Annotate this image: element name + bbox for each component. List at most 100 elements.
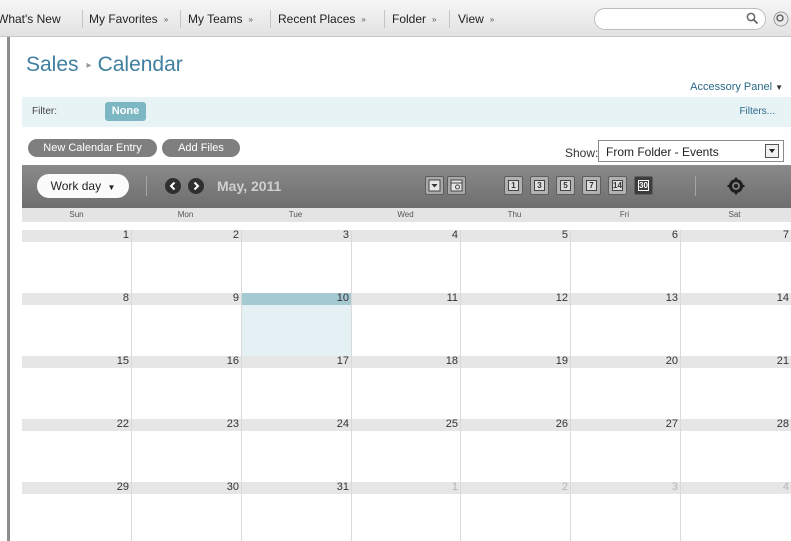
day-number[interactable]: 25	[446, 418, 458, 430]
day-number[interactable]: 17	[337, 355, 349, 367]
calendar-day[interactable]: 7	[680, 229, 791, 293]
calendar-day[interactable]: 25	[351, 418, 460, 482]
work-day-dropdown[interactable]: Work day ▼	[37, 174, 129, 198]
calendar-day[interactable]: 3	[241, 229, 351, 293]
day-number[interactable]: 22	[117, 418, 129, 430]
calendar-day[interactable]: 30	[131, 481, 241, 541]
day-number[interactable]: 1	[452, 481, 458, 493]
calendar-day[interactable]: 2	[131, 229, 241, 293]
calendar-day[interactable]: 16	[131, 355, 241, 419]
view-7-day-button[interactable]: 7	[582, 176, 601, 195]
filter-none-badge[interactable]: None	[105, 102, 146, 121]
view-14-day-button[interactable]: 14	[608, 176, 627, 195]
calendar-day[interactable]: 12	[460, 292, 570, 356]
day-number[interactable]: 18	[446, 355, 458, 367]
day-number[interactable]: 4	[783, 481, 789, 493]
calendar-day[interactable]: 18	[351, 355, 460, 419]
calendar-day[interactable]: 4	[351, 229, 460, 293]
view-1-day-button[interactable]: 1	[504, 176, 523, 195]
day-number[interactable]: 3	[672, 481, 678, 493]
nav-whats-new[interactable]: What's New	[0, 11, 61, 27]
calendar-day[interactable]: 9	[131, 292, 241, 356]
day-number[interactable]: 11	[447, 292, 458, 304]
calendar-day[interactable]: 31	[241, 481, 351, 541]
calendar-day[interactable]: 28	[680, 418, 791, 482]
day-number[interactable]: 5	[562, 229, 568, 241]
day-number[interactable]: 2	[233, 229, 239, 241]
day-number[interactable]: 28	[777, 418, 789, 430]
day-number[interactable]: 1	[123, 229, 129, 241]
breadcrumb-sales[interactable]: Sales	[26, 53, 79, 76]
calendar-day[interactable]: 4	[680, 481, 791, 541]
calendar-day-today[interactable]: 10	[241, 292, 351, 356]
nav-recent-places[interactable]: Recent Places »	[278, 11, 366, 27]
show-select[interactable]: From Folder - Events	[598, 140, 784, 162]
day-number[interactable]: 2	[562, 481, 568, 493]
day-number[interactable]: 24	[337, 418, 349, 430]
calendar-day[interactable]: 24	[241, 418, 351, 482]
nav-folder[interactable]: Folder »	[392, 11, 436, 27]
day-number[interactable]: 12	[556, 292, 568, 304]
nav-my-favorites[interactable]: My Favorites »	[89, 11, 168, 27]
add-files-button[interactable]: Add Files	[162, 139, 240, 157]
previous-month-button[interactable]	[165, 178, 181, 194]
day-number[interactable]: 14	[777, 292, 789, 304]
new-calendar-entry-button[interactable]: New Calendar Entry	[28, 139, 157, 157]
view-3-day-button[interactable]: 3	[530, 176, 549, 195]
calendar-day[interactable]: 13	[570, 292, 680, 356]
calendar-settings-button[interactable]	[726, 176, 746, 196]
search-box[interactable]	[594, 8, 766, 30]
nav-view[interactable]: View »	[458, 11, 494, 27]
calendar-day[interactable]: 26	[460, 418, 570, 482]
calendar-day[interactable]: 1	[22, 229, 131, 293]
calendar-day[interactable]: 3	[570, 481, 680, 541]
day-number[interactable]: 9	[233, 292, 239, 304]
next-month-button[interactable]	[188, 178, 204, 194]
day-number[interactable]: 30	[227, 481, 239, 493]
day-number[interactable]: 27	[666, 418, 678, 430]
calendar-day[interactable]: 27	[570, 418, 680, 482]
calendar-day[interactable]: 1	[351, 481, 460, 541]
day-number[interactable]: 26	[556, 418, 568, 430]
calendar-day[interactable]: 8	[22, 292, 131, 356]
view-30-day-button[interactable]: 30	[634, 176, 653, 195]
filters-link[interactable]: Filters...	[739, 106, 775, 117]
calendar-day[interactable]: 5	[460, 229, 570, 293]
search-icon[interactable]	[746, 12, 759, 25]
calendar-settings-view-button[interactable]	[447, 176, 466, 195]
day-number[interactable]: 8	[123, 292, 129, 304]
calendar-day[interactable]: 19	[460, 355, 570, 419]
day-number[interactable]: 10	[337, 292, 349, 304]
calendar-day[interactable]: 21	[680, 355, 791, 419]
calendar-day[interactable]: 11	[351, 292, 460, 356]
dropdown-arrow-icon[interactable]	[765, 144, 779, 158]
calendar-day[interactable]: 22	[22, 418, 131, 482]
day-number[interactable]: 31	[337, 481, 349, 493]
day-number[interactable]: 29	[117, 481, 129, 493]
calendar-day[interactable]: 20	[570, 355, 680, 419]
day-number[interactable]: 15	[117, 355, 129, 367]
calendar-day[interactable]: 15	[22, 355, 131, 419]
day-number[interactable]: 21	[777, 355, 789, 367]
calendar-day[interactable]: 2	[460, 481, 570, 541]
day-number[interactable]: 7	[783, 229, 789, 241]
day-number[interactable]: 23	[227, 418, 239, 430]
day-number[interactable]: 4	[452, 229, 458, 241]
collapse-view-button[interactable]	[425, 176, 444, 195]
day-number[interactable]: 3	[343, 229, 349, 241]
view-5-day-button[interactable]: 5	[556, 176, 575, 195]
day-number[interactable]: 20	[666, 355, 678, 367]
extra-icon[interactable]	[773, 11, 789, 27]
day-number[interactable]: 19	[556, 355, 568, 367]
calendar-day[interactable]: 6	[570, 229, 680, 293]
nav-my-teams[interactable]: My Teams »	[188, 11, 253, 27]
calendar-day[interactable]: 14	[680, 292, 791, 356]
calendar-day[interactable]: 23	[131, 418, 241, 482]
calendar-day[interactable]: 17	[241, 355, 351, 419]
day-number[interactable]: 13	[666, 292, 678, 304]
search-input[interactable]	[603, 12, 743, 26]
day-number[interactable]: 6	[672, 229, 678, 241]
accessory-panel-toggle[interactable]: Accessory Panel ▼	[690, 81, 783, 93]
day-number[interactable]: 16	[227, 355, 239, 367]
calendar-day[interactable]: 29	[22, 481, 131, 541]
